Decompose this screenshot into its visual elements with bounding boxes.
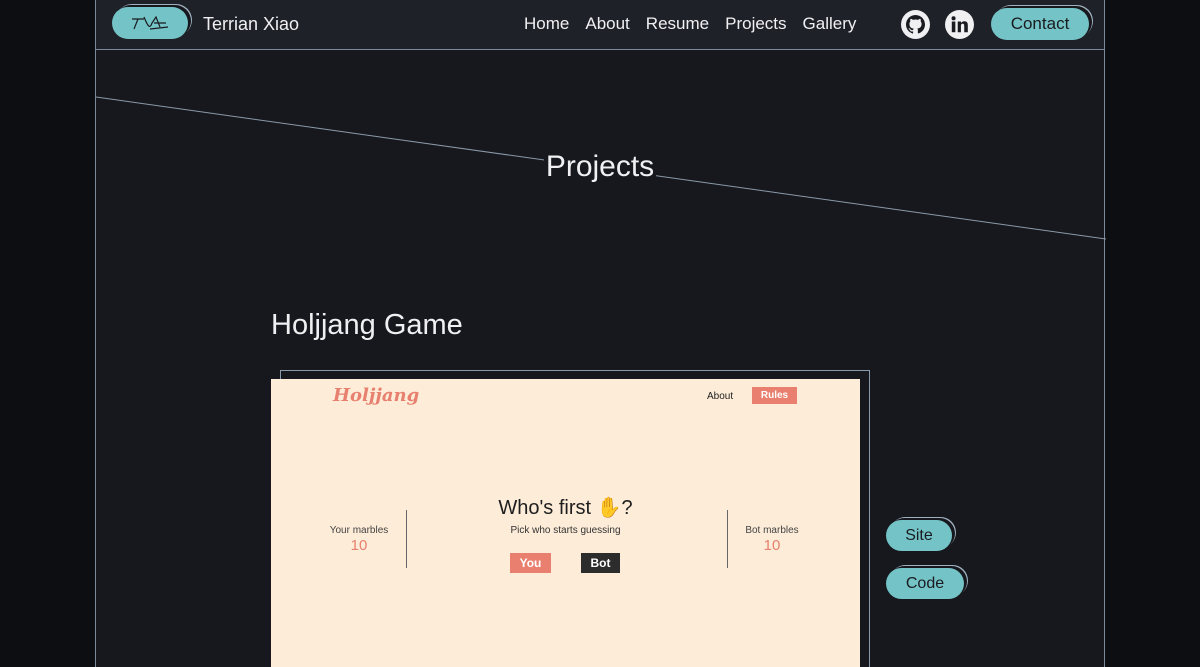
your-marbles-value: 10 <box>350 537 368 554</box>
site-button[interactable]: Site <box>886 520 952 551</box>
preview-you-button: You <box>510 553 551 573</box>
nav-about[interactable]: About <box>585 14 629 34</box>
preview-bot-button: Bot <box>581 553 620 573</box>
page-frame: Terrian Xiao Home About Resume Projects … <box>95 0 1106 667</box>
bot-marbles-value: 10 <box>763 537 781 554</box>
nav-home[interactable]: Home <box>524 14 569 34</box>
contact-button[interactable]: Contact <box>991 8 1089 40</box>
project-screenshot: Holjjang About Rules Your marbles 10 Who… <box>271 379 860 667</box>
bot-marbles-label: Bot marbles <box>745 525 799 536</box>
nav-resume[interactable]: Resume <box>646 14 709 34</box>
nav-gallery[interactable]: Gallery <box>803 14 857 34</box>
code-button[interactable]: Code <box>886 568 964 599</box>
nav-links: Home About Resume Projects Gallery <box>524 14 856 34</box>
holjjang-logo: Holjjang <box>333 385 420 406</box>
linkedin-icon[interactable] <box>945 10 974 39</box>
navbar: Terrian Xiao Home About Resume Projects … <box>96 0 1104 50</box>
preview-heading: Who's first ✋? <box>498 497 633 519</box>
github-icon[interactable] <box>901 10 930 39</box>
nav-projects[interactable]: Projects <box>725 14 786 34</box>
brand-name[interactable]: Terrian Xiao <box>203 14 299 35</box>
signature-logo-icon <box>132 15 169 30</box>
preview-rules-button: Rules <box>752 387 797 404</box>
logo-button[interactable] <box>112 7 188 39</box>
preview-about-link: About <box>707 391 734 402</box>
project-title: Holjjang Game <box>271 309 463 341</box>
page-title: Projects <box>543 150 657 183</box>
